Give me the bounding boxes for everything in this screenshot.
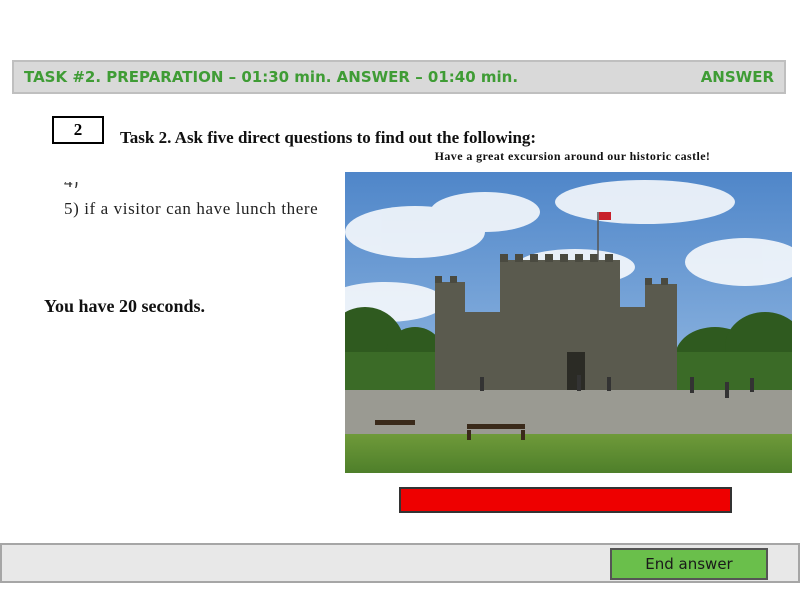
task-instruction: Task 2. Ask five direct questions to fin… <box>120 128 537 147</box>
task-number-box: 2 <box>52 116 104 144</box>
end-answer-button[interactable]: End answer <box>610 548 768 580</box>
header-bar: TASK #2. PREPARATION – 01:30 min. ANSWER… <box>12 60 786 94</box>
timer-note: You have 20 seconds. <box>44 296 206 316</box>
task-timing-title: TASK #2. PREPARATION – 01:30 min. ANSWER… <box>24 68 519 86</box>
progress-bar <box>399 487 732 513</box>
question-5: 5) if a visitor can have lunch there <box>64 199 319 218</box>
clipped-question-line: 4) g <box>58 182 88 188</box>
poster-caption: Have a great excursion around our histor… <box>434 149 711 163</box>
castle-poster: Have a great excursion around our histor… <box>345 148 792 473</box>
castle-photo <box>345 172 792 473</box>
answer-button[interactable]: ANSWER <box>701 68 774 86</box>
